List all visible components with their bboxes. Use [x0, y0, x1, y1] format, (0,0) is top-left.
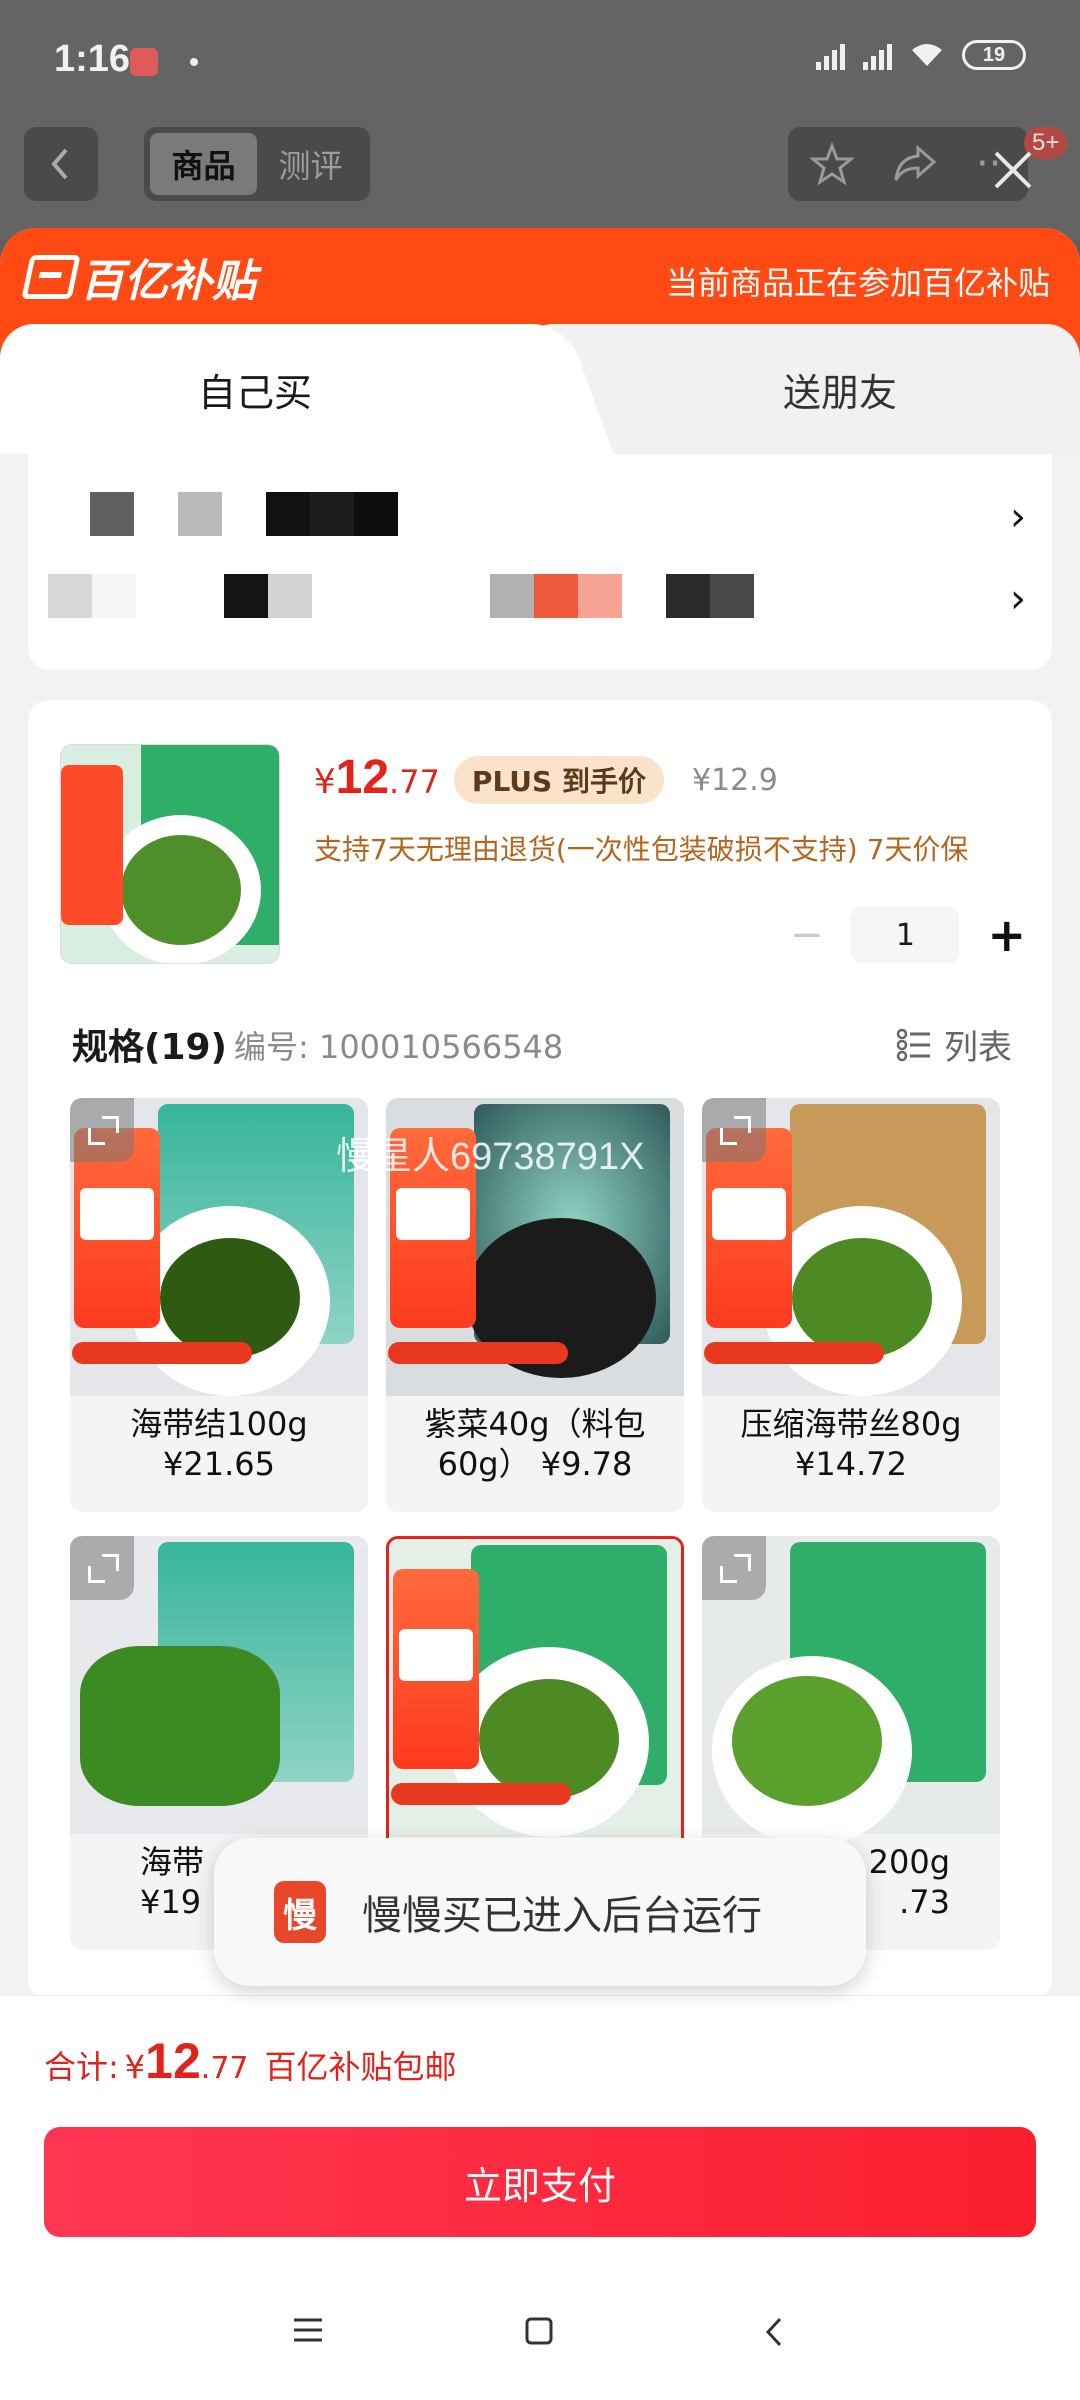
- expand-icon[interactable]: [70, 1536, 134, 1600]
- address-card[interactable]: › ›: [28, 454, 1052, 670]
- home-icon[interactable]: [524, 2316, 554, 2350]
- subsidy-logo: 百亿补贴: [21, 250, 256, 307]
- total-currency: ¥: [124, 2048, 146, 2086]
- status-bar: 1:16 19: [0, 0, 1080, 120]
- status-time: 1:16: [54, 38, 131, 80]
- product-code: 编号: 100010566548: [234, 1028, 564, 1066]
- address-chevron-1-icon[interactable]: ›: [1010, 494, 1026, 540]
- tab-review[interactable]: 测评: [257, 133, 364, 195]
- total-bar: 合计: ¥ 12 .77 百亿补贴包邮: [0, 1995, 1080, 2113]
- list-view-toggle[interactable]: 列表: [896, 1020, 1012, 1069]
- spec-label: 海带结100g ¥21.65: [130, 1405, 308, 1483]
- subsidy-logo-icon: [21, 255, 81, 299]
- share-icon[interactable]: [892, 144, 938, 184]
- page-tabs: 商品 测评: [144, 127, 370, 201]
- system-nav-bar: [0, 2300, 1080, 2360]
- spec-header: 规格(19) 编号: 100010566548 列表: [72, 1018, 1012, 1068]
- qty-plus-button[interactable]: +: [987, 908, 1026, 962]
- free-shipping-note: 百亿补贴包邮: [264, 2048, 457, 2086]
- spec-image: [702, 1536, 1000, 1846]
- total-integer: 12: [145, 2033, 201, 2089]
- spec-image: [70, 1536, 368, 1834]
- top-nav: 商品 测评 ·· 5+: [0, 125, 1080, 205]
- purchase-sheet: 百亿补贴 当前商品正在参加百亿补贴 送朋友 自己买 › › ¥ 12 .77 P…: [0, 228, 1080, 2400]
- expand-icon[interactable]: [70, 1098, 134, 1162]
- app-logo-icon: 慢: [274, 1881, 326, 1943]
- price-decimal: .77: [389, 763, 440, 801]
- original-price: ¥12.9: [691, 762, 778, 798]
- address-chevron-2-icon[interactable]: ›: [1010, 576, 1026, 622]
- signal-2-icon: [863, 40, 892, 70]
- total-label: 合计:: [44, 2048, 119, 2086]
- price-integer: 12: [335, 751, 390, 804]
- product-thumbnail: [60, 744, 280, 964]
- tab-self[interactable]: 自己买: [0, 324, 560, 454]
- list-label: 列表: [944, 1028, 1012, 1068]
- spec-image: [70, 1098, 368, 1396]
- qty-value[interactable]: 1: [851, 907, 960, 963]
- watermark: 慢星人69738791X: [336, 1136, 645, 1178]
- total-decimal: .77: [200, 2051, 249, 2086]
- plus-price-tag: PLUS 到手价: [453, 756, 664, 804]
- back-nav-icon[interactable]: [762, 2316, 786, 2352]
- notification-dot-icon: [190, 58, 198, 66]
- tab-product[interactable]: 商品: [150, 133, 257, 195]
- spec-option[interactable]: 压缩海带丝80g ¥14.72: [702, 1098, 1000, 1512]
- signal-1-icon: [816, 40, 845, 70]
- spec-title: 规格(19): [72, 1027, 228, 1068]
- spec-label: 压缩海带丝80g ¥14.72: [740, 1405, 962, 1483]
- tab-self-label: 自己买: [197, 370, 312, 415]
- background-toast: 慢 慢慢买已进入后台运行: [214, 1838, 866, 1986]
- list-icon: [896, 1028, 930, 1061]
- star-icon[interactable]: [810, 142, 854, 186]
- toast-text: 慢慢买已进入后台运行: [362, 1893, 762, 1939]
- status-indicators: 19: [816, 40, 1026, 70]
- subsidy-notice: 当前商品正在参加百亿补贴: [665, 264, 1050, 302]
- qty-minus-button[interactable]: −: [790, 912, 824, 958]
- spec-label: 紫菜40g（料包60g） ¥9.78: [424, 1405, 646, 1483]
- back-button[interactable]: [24, 127, 98, 201]
- expand-icon[interactable]: [702, 1098, 766, 1162]
- price-row: ¥ 12 .77 PLUS 到手价 ¥12.9: [314, 750, 778, 810]
- close-icon[interactable]: [990, 147, 1036, 193]
- buy-mode-tabs: 送朋友 自己买: [0, 324, 1080, 454]
- battery-icon: 19: [962, 40, 1026, 70]
- chevron-left-icon: [51, 148, 68, 180]
- notification-app-icon: [130, 48, 158, 76]
- service-promise: 支持7天无理由退货(一次性包装破损不支持) 7天价保: [314, 833, 969, 866]
- spec-option[interactable]: 海带结100g ¥21.65: [70, 1098, 368, 1512]
- tab-gift-label: 送朋友: [782, 370, 897, 415]
- product-card: ¥ 12 .77 PLUS 到手价 ¥12.9 支持7天无理由退货(一次性包装破…: [28, 700, 1052, 2000]
- menu-icon[interactable]: [292, 2316, 324, 2348]
- quantity-stepper: − 1 +: [790, 906, 1026, 964]
- spec-image: [389, 1539, 681, 1837]
- address-line-2-redacted: [48, 574, 808, 618]
- pay-now-button[interactable]: 立即支付: [44, 2127, 1036, 2237]
- spec-image: [702, 1098, 1000, 1396]
- price-currency: ¥: [314, 762, 336, 802]
- wifi-icon: [910, 42, 944, 68]
- address-line-1-redacted: [48, 492, 398, 536]
- expand-icon[interactable]: [702, 1536, 766, 1600]
- subsidy-logo-text: 百亿补贴: [80, 256, 256, 307]
